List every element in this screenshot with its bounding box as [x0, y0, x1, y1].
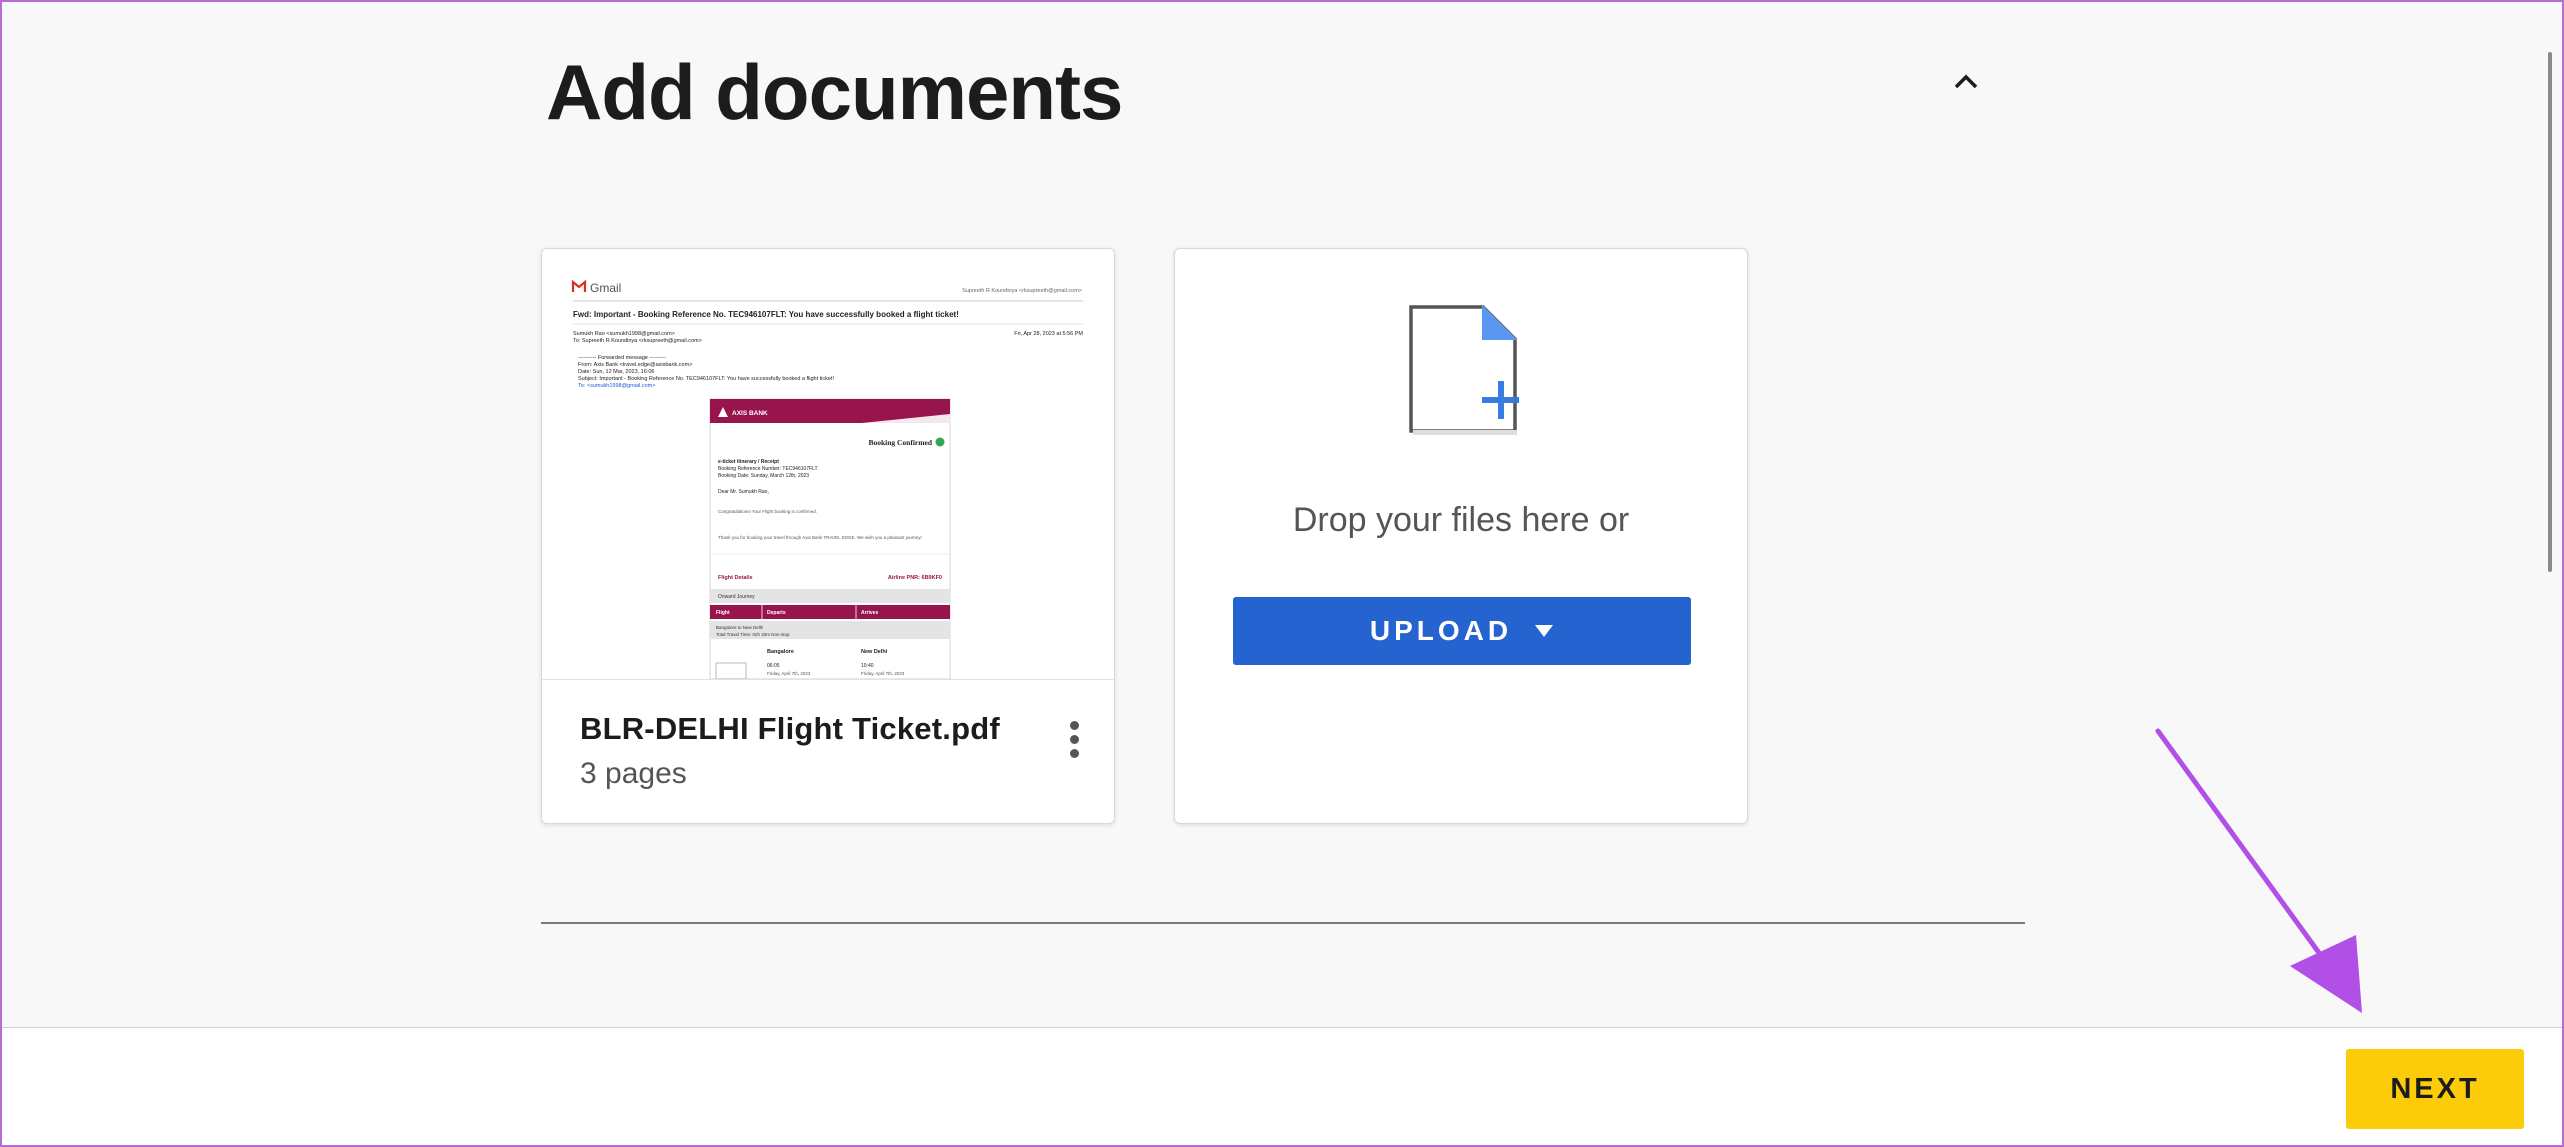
thumb-fwd-date: Date: Sun, 12 Mar, 2023, 16:06	[578, 369, 654, 375]
thumb-fwd-header: ---------- Forwarded message ---------	[578, 355, 666, 361]
thumb-dear: Dear Mr. Sumukh Rao,	[718, 489, 769, 495]
thumb-to: To: Supreeth R Koundinya <rksupreeth@gma…	[573, 338, 702, 344]
upload-dropzone[interactable]: Drop your files here or UPLOAD	[1174, 248, 1748, 824]
thumb-route: Bangalore to New Delhi	[716, 625, 763, 630]
thumb-thanks: Thank you for booking your travel throug…	[718, 535, 922, 540]
footer-bar	[0, 1027, 2564, 1147]
thumb-ref: Booking Reference Number: TEC946107FLT	[718, 466, 818, 472]
collapse-button[interactable]	[1948, 64, 1984, 100]
more-options-button[interactable]	[1060, 721, 1088, 769]
document-card[interactable]: Gmail Supreeth R Koundinya <rksupreeth@g…	[541, 248, 1115, 824]
gmail-brand: Gmail	[590, 281, 621, 295]
thumb-pnr: Airline PNR: 6B9KF0	[888, 575, 942, 581]
check-icon	[935, 437, 945, 447]
thumb-arr-city: New Delhi	[861, 649, 888, 655]
section-divider	[541, 922, 2025, 924]
thumb-from: Sumukh Rao <sumukh1998@gmail.com>	[573, 331, 675, 337]
thumb-date: Fri, Apr 28, 2023 at 5:56 PM	[1014, 331, 1083, 337]
next-button[interactable]: NEXT	[2346, 1049, 2524, 1129]
thumb-status: Booking Confirmed	[868, 438, 932, 447]
upload-button[interactable]: UPLOAD	[1233, 597, 1691, 665]
chevron-up-icon	[1954, 74, 1978, 89]
thumb-bank: AXIS BANK	[732, 410, 768, 417]
thumb-itinerary: e-ticket itinerary / Receipt	[718, 459, 779, 465]
thumb-col-flight: Flight	[716, 610, 730, 616]
thumb-journey: Onward Journey	[718, 594, 755, 600]
thumb-fwd-from: From: Axis Bank <travel.edge@axisbank.co…	[578, 362, 692, 368]
thumb-col-departs: Departs	[767, 610, 786, 616]
page-title: Add documents	[546, 48, 1123, 136]
document-page-count: 3 pages	[580, 757, 687, 790]
thumb-booking-date: Booking Date: Sunday, March 12th, 2023	[718, 473, 809, 479]
thumb-arr-date: Friday, April 7th, 2023	[861, 671, 905, 676]
thumb-col-arrives: Arrives	[861, 610, 878, 616]
caret-down-icon	[1535, 625, 1554, 637]
gmail-logo-icon	[571, 279, 587, 292]
document-name: BLR-DELHI Flight Ticket.pdf	[580, 711, 1000, 746]
thumb-arr-time: 10:40	[861, 663, 874, 669]
thumb-travel-time: Total Travel Time: 02h 40m Non-stop	[716, 632, 790, 637]
drop-files-text: Drop your files here or	[1292, 501, 1630, 539]
main-area: Add documents Gmail Supreeth R Koundinya…	[0, 0, 2564, 1027]
thumb-fwd-to: To: <sumukh1998@gmail.com>	[578, 383, 655, 389]
thumb-dep-time: 06:05	[767, 663, 780, 669]
thumb-congrats: Congratulations! Your Flight booking is …	[718, 509, 817, 514]
upload-button-label: UPLOAD	[1369, 615, 1513, 646]
add-file-icon	[1409, 304, 1519, 435]
thumb-dep-city: Bangalore	[767, 649, 794, 655]
scrollbar[interactable]	[2548, 52, 2552, 572]
thumb-fwd-subject: Subject: Important - Booking Reference N…	[578, 376, 834, 382]
document-thumbnail[interactable]: Gmail Supreeth R Koundinya <rksupreeth@g…	[542, 249, 1114, 680]
thumb-subject: Fwd: Important - Booking Reference No. T…	[573, 310, 959, 319]
thumb-sender: Supreeth R Koundinya <rksupreeth@gmail.c…	[962, 288, 1082, 294]
thumb-dep-date: Friday, April 7th, 2023	[767, 671, 811, 676]
thumb-flight-details: Flight Details	[718, 575, 753, 581]
more-vertical-icon	[1069, 721, 1079, 730]
